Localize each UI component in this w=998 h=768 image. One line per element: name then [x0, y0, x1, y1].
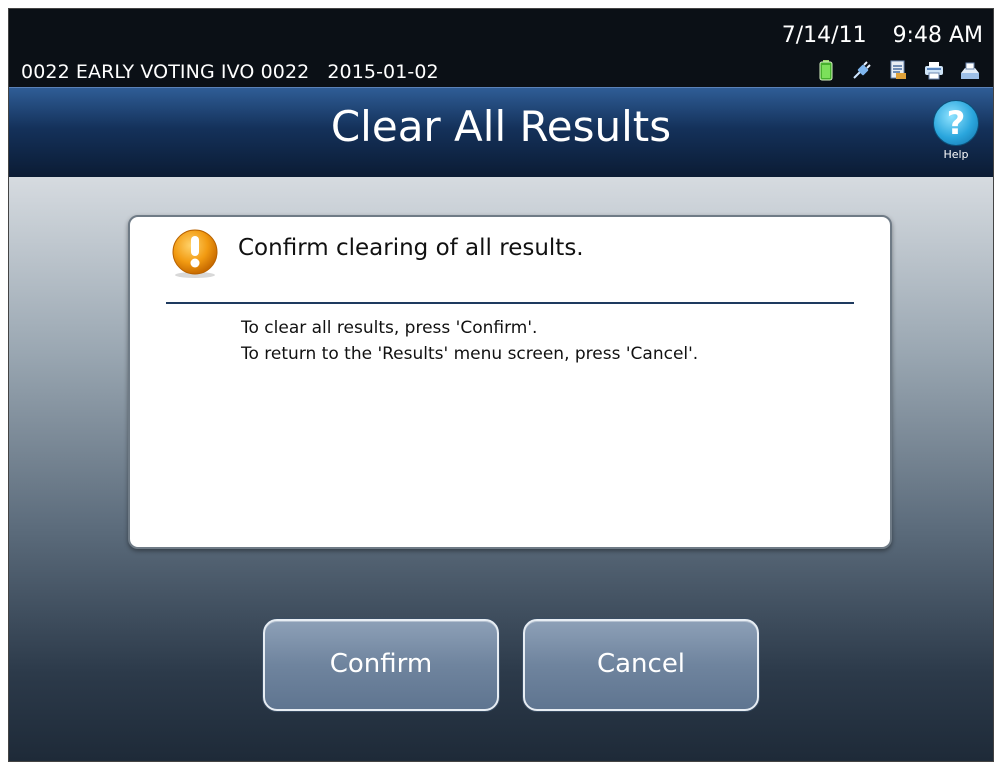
dialog-divider [166, 302, 854, 304]
clock: 7/14/11 9:48 AM [782, 23, 983, 48]
station-info: 0022 EARLY VOTING IVO 0022 2015-01-02 [21, 61, 439, 83]
battery-icon [819, 60, 833, 81]
message-line-cancel: To return to the 'Results' menu screen, … [241, 344, 699, 364]
dialog-message: To clear all results, press 'Confirm'. T… [241, 315, 698, 367]
current-date: 7/14/11 [781, 23, 867, 48]
help-button[interactable]: ? Help [933, 100, 979, 161]
warning-icon [172, 229, 218, 278]
help-icon[interactable]: ? [933, 100, 979, 146]
voting-machine-screen: 0022 EARLY VOTING IVO 0022 2015-01-02 7/1… [8, 8, 994, 762]
document-icon [890, 60, 906, 79]
status-bar: 0022 EARLY VOTING IVO 0022 2015-01-02 7/1… [9, 9, 993, 87]
election-date: 2015-01-02 [327, 61, 439, 83]
current-time: 9:48 AM [892, 23, 983, 48]
paper-tray-icon [961, 62, 979, 79]
power-plug-icon [853, 61, 871, 79]
page-title: Clear All Results [330, 102, 672, 151]
dialog-heading: Confirm clearing of all results. [238, 235, 584, 261]
printer-icon [925, 62, 943, 80]
title-bar: Clear All Results ? Help [9, 87, 993, 178]
message-line-confirm: To clear all results, press 'Confirm'. [241, 318, 538, 338]
cancel-button[interactable]: Cancel [523, 619, 759, 711]
station-name: 0022 EARLY VOTING IVO 0022 [21, 61, 310, 83]
confirm-button[interactable]: Confirm [263, 619, 499, 711]
confirmation-dialog: Confirm clearing of all results. To clea… [128, 215, 892, 549]
status-icons [815, 59, 981, 81]
help-label: Help [943, 148, 969, 161]
content-area: Confirm clearing of all results. To clea… [9, 177, 993, 761]
